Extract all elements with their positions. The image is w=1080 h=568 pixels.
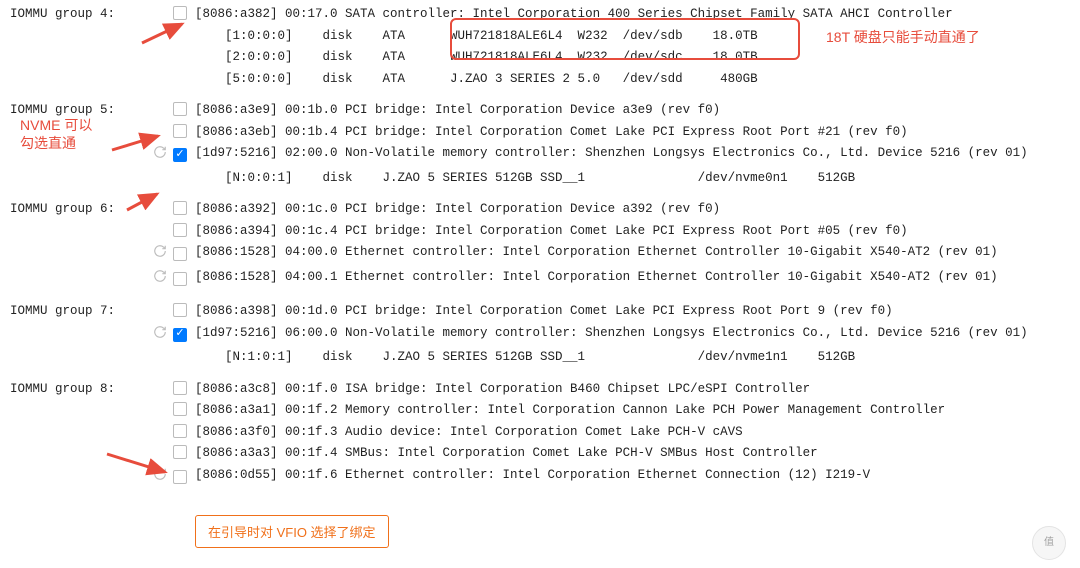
row-controls xyxy=(130,467,195,488)
device-line: IOMMU group 8: [8086:a3c8] 00:1f.0 ISA br… xyxy=(10,379,1070,401)
passthrough-checkbox[interactable] xyxy=(173,303,187,317)
passthrough-checkbox[interactable] xyxy=(173,402,187,416)
device-text: [8086:a382] 00:17.0 SATA controller: Int… xyxy=(195,6,1070,24)
device-line: [1:0:0:0] disk ATA WUH721818ALE6L4 W232 … xyxy=(10,26,1070,48)
passthrough-checkbox[interactable] xyxy=(173,124,187,138)
device-line: ✓ [1d97:5216] 06:00.0 Non-Volatile memory… xyxy=(10,323,1070,348)
device-text: [8086:a3f0] 00:1f.3 Audio device: Intel … xyxy=(195,424,1070,442)
row-controls xyxy=(130,269,195,290)
device-line: [N:1:0:1] disk J.ZAO 5 SERIES 512GB SSD_… xyxy=(10,347,1070,369)
row-controls xyxy=(130,303,195,317)
device-text: [8086:a392] 00:1c.0 PCI bridge: Intel Co… xyxy=(195,201,1070,219)
row-controls xyxy=(130,124,195,138)
device-line: [8086:a3a1] 00:1f.2 Memory controller: I… xyxy=(10,400,1070,422)
iommu-group: IOMMU group 6: [8086:a392] 00:1c.0 PCI br… xyxy=(10,199,1070,291)
refresh-icon[interactable] xyxy=(153,145,167,166)
row-controls xyxy=(130,102,195,116)
device-line: [N:0:0:1] disk J.ZAO 5 SERIES 512GB SSD_… xyxy=(10,168,1070,190)
device-text: [N:0:0:1] disk J.ZAO 5 SERIES 512GB SSD_… xyxy=(195,170,1070,188)
passthrough-checkbox[interactable] xyxy=(173,272,187,286)
iommu-group: IOMMU group 4: [8086:a382] 00:17.0 SATA c… xyxy=(10,4,1070,90)
row-controls: ✓ xyxy=(130,325,195,346)
device-text: [8086:a3c8] 00:1f.0 ISA bridge: Intel Co… xyxy=(195,381,1070,399)
row-controls xyxy=(130,424,195,438)
device-text: [1d97:5216] 02:00.0 Non-Volatile memory … xyxy=(195,145,1070,163)
row-controls: ✓ xyxy=(130,145,195,166)
device-text: [8086:1528] 04:00.1 Ethernet controller:… xyxy=(195,269,1070,287)
iommu-group: IOMMU group 5: [8086:a3e9] 00:1b.0 PCI br… xyxy=(10,100,1070,189)
row-controls xyxy=(130,445,195,459)
device-line: [8086:1528] 04:00.1 Ethernet controller:… xyxy=(10,267,1070,292)
passthrough-checkbox[interactable]: ✓ xyxy=(173,328,187,342)
device-line: [8086:a3f0] 00:1f.3 Audio device: Intel … xyxy=(10,422,1070,444)
device-text: [8086:a3eb] 00:1b.4 PCI bridge: Intel Co… xyxy=(195,124,1070,142)
passthrough-checkbox[interactable] xyxy=(173,247,187,261)
device-line: ✓ [1d97:5216] 02:00.0 Non-Volatile memory… xyxy=(10,143,1070,168)
device-text: [1:0:0:0] disk ATA WUH721818ALE6L4 W232 … xyxy=(195,28,1070,46)
device-text: [8086:0d55] 00:1f.6 Ethernet controller:… xyxy=(195,467,1070,485)
device-line: [8086:a394] 00:1c.4 PCI bridge: Intel Co… xyxy=(10,221,1070,243)
watermark-icon: 值 xyxy=(1032,526,1066,560)
vfio-bind-button[interactable]: 在引导时对 VFIO 选择了绑定 xyxy=(195,515,389,548)
passthrough-checkbox[interactable] xyxy=(173,223,187,237)
refresh-icon[interactable] xyxy=(153,467,167,488)
passthrough-checkbox[interactable] xyxy=(173,445,187,459)
row-controls xyxy=(130,402,195,416)
device-text: [8086:a3e9] 00:1b.0 PCI bridge: Intel Co… xyxy=(195,102,1070,120)
row-controls xyxy=(130,244,195,265)
device-line: [8086:a3eb] 00:1b.4 PCI bridge: Intel Co… xyxy=(10,122,1070,144)
passthrough-checkbox[interactable] xyxy=(173,102,187,116)
passthrough-checkbox[interactable] xyxy=(173,381,187,395)
device-line: IOMMU group 7: [8086:a398] 00:1d.0 PCI br… xyxy=(10,301,1070,323)
device-text: [5:0:0:0] disk ATA J.ZAO 3 SERIES 2 5.0 … xyxy=(195,71,1070,89)
row-controls xyxy=(130,201,195,215)
group-label: IOMMU group 7: xyxy=(10,303,130,321)
group-label: IOMMU group 6: xyxy=(10,201,130,219)
group-label: IOMMU group 4: xyxy=(10,6,130,24)
device-line: IOMMU group 4: [8086:a382] 00:17.0 SATA c… xyxy=(10,4,1070,26)
device-line: [8086:a3a3] 00:1f.4 SMBus: Intel Corpora… xyxy=(10,443,1070,465)
group-label: IOMMU group 5: xyxy=(10,102,130,120)
device-line: [5:0:0:0] disk ATA J.ZAO 3 SERIES 2 5.0 … xyxy=(10,69,1070,91)
device-text: [1d97:5216] 06:00.0 Non-Volatile memory … xyxy=(195,325,1070,343)
device-text: [8086:a394] 00:1c.4 PCI bridge: Intel Co… xyxy=(195,223,1070,241)
refresh-icon[interactable] xyxy=(153,325,167,346)
refresh-icon[interactable] xyxy=(153,244,167,265)
row-controls xyxy=(130,6,195,20)
device-text: [N:1:0:1] disk J.ZAO 5 SERIES 512GB SSD_… xyxy=(195,349,1070,367)
device-text: [2:0:0:0] disk ATA WUH721818ALE6L4 W232 … xyxy=(195,49,1070,67)
group-label: IOMMU group 8: xyxy=(10,381,130,399)
device-text: [8086:a398] 00:1d.0 PCI bridge: Intel Co… xyxy=(195,303,1070,321)
iommu-group: IOMMU group 7: [8086:a398] 00:1d.0 PCI br… xyxy=(10,301,1070,369)
iommu-group: IOMMU group 8: [8086:a3c8] 00:1f.0 ISA br… xyxy=(10,379,1070,490)
device-line: [8086:0d55] 00:1f.6 Ethernet controller:… xyxy=(10,465,1070,490)
device-line: [2:0:0:0] disk ATA WUH721818ALE6L4 W232 … xyxy=(10,47,1070,69)
passthrough-checkbox[interactable] xyxy=(173,201,187,215)
passthrough-checkbox[interactable]: ✓ xyxy=(173,148,187,162)
device-line: [8086:1528] 04:00.0 Ethernet controller:… xyxy=(10,242,1070,267)
device-text: [8086:a3a1] 00:1f.2 Memory controller: I… xyxy=(195,402,1070,420)
passthrough-checkbox[interactable] xyxy=(173,6,187,20)
refresh-icon[interactable] xyxy=(153,269,167,290)
device-text: [8086:1528] 04:00.0 Ethernet controller:… xyxy=(195,244,1070,262)
row-controls xyxy=(130,381,195,395)
device-line: IOMMU group 5: [8086:a3e9] 00:1b.0 PCI br… xyxy=(10,100,1070,122)
device-line: IOMMU group 6: [8086:a392] 00:1c.0 PCI br… xyxy=(10,199,1070,221)
row-controls xyxy=(130,223,195,237)
device-text: [8086:a3a3] 00:1f.4 SMBus: Intel Corpora… xyxy=(195,445,1070,463)
passthrough-checkbox[interactable] xyxy=(173,424,187,438)
passthrough-checkbox[interactable] xyxy=(173,470,187,484)
